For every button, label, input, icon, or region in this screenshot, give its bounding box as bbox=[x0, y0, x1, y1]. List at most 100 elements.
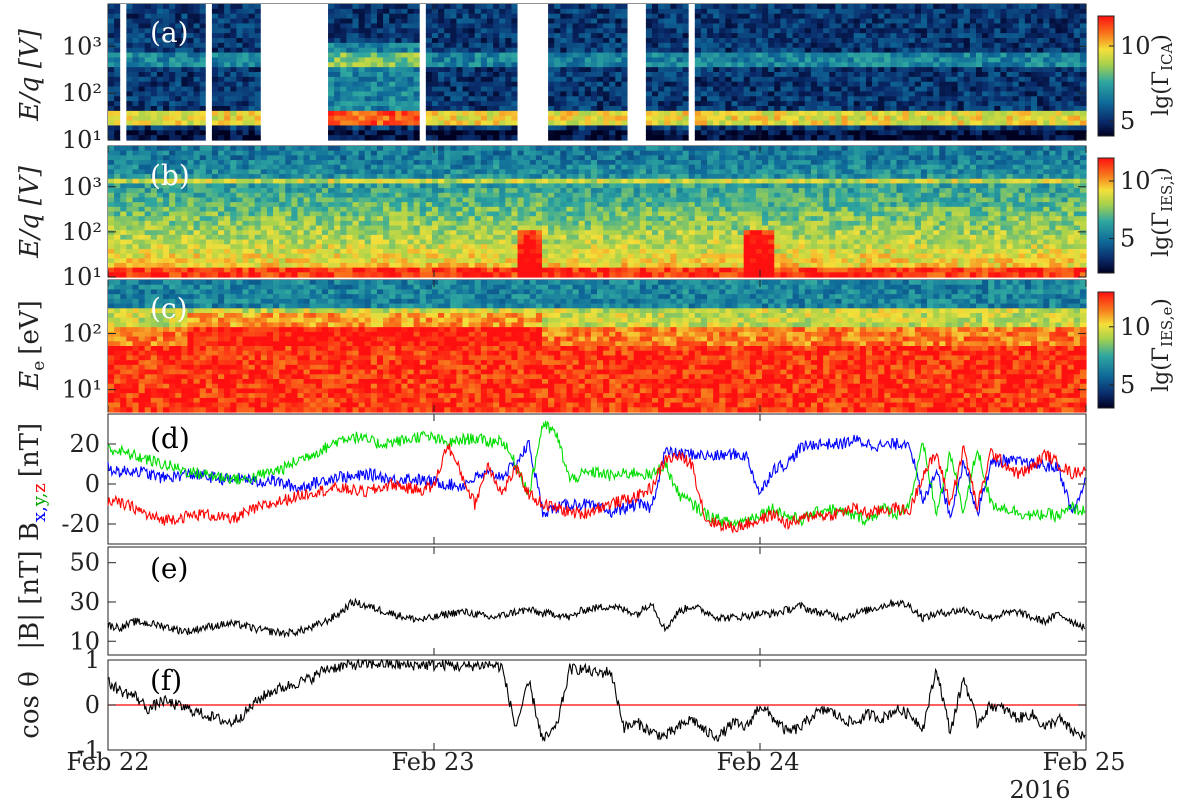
spectrogram-cell bbox=[633, 8, 641, 15]
spectrogram-cell bbox=[523, 13, 531, 20]
spectrogram-cell bbox=[902, 115, 910, 122]
spectrogram-cell bbox=[927, 28, 934, 34]
spectrogram-cell bbox=[1043, 125, 1050, 131]
spectrogram-cell bbox=[872, 72, 879, 78]
spectrogram-cell bbox=[230, 8, 237, 15]
spectrogram-cell bbox=[1012, 52, 1020, 59]
spectrogram-cell bbox=[260, 135, 268, 141]
spectrogram-cell bbox=[1079, 42, 1087, 49]
spectrogram-cell bbox=[1037, 47, 1044, 54]
spectrogram-cell bbox=[896, 67, 904, 73]
spectrogram-cell bbox=[731, 38, 739, 44]
spectrogram-cell bbox=[957, 62, 965, 68]
spectrogram-cell bbox=[639, 76, 647, 83]
spectrogram-cell bbox=[676, 47, 684, 54]
spectrogram-cell bbox=[988, 18, 995, 25]
spectrogram-cell bbox=[175, 216, 182, 222]
spectrogram-cell bbox=[425, 86, 433, 93]
spectrogram-cell bbox=[652, 62, 659, 68]
spectrogram-cell bbox=[896, 52, 904, 59]
spectrogram-cell bbox=[554, 18, 561, 25]
spectrogram-cell bbox=[193, 146, 201, 152]
spectrogram-cell bbox=[120, 188, 127, 194]
spectrogram-cell bbox=[505, 62, 513, 68]
spectrogram-cell bbox=[884, 33, 891, 39]
spectrogram-cell bbox=[529, 120, 537, 127]
spectrogram-cell bbox=[939, 96, 947, 102]
spectrogram-cell bbox=[108, 47, 115, 54]
spectrogram-cell bbox=[853, 38, 861, 44]
spectrogram-cell bbox=[285, 38, 292, 44]
spectrogram-cell bbox=[163, 96, 170, 102]
spectrogram-cell bbox=[205, 120, 213, 127]
spectrogram-cell bbox=[1055, 67, 1063, 73]
spectrogram-cell bbox=[878, 96, 885, 102]
spectrogram-cell bbox=[193, 86, 201, 93]
spectrogram-cell bbox=[548, 76, 555, 83]
spectrogram-cell bbox=[144, 130, 152, 136]
spectrogram-cell bbox=[841, 86, 849, 93]
spectrogram-cell bbox=[211, 23, 219, 29]
spectrogram-cell bbox=[749, 47, 757, 54]
spectrogram-cell bbox=[749, 115, 757, 122]
spectrogram-cell bbox=[291, 91, 299, 97]
spectrogram-cell bbox=[383, 125, 390, 131]
spectrogram-cell bbox=[407, 4, 415, 10]
spectrogram-cell bbox=[169, 86, 176, 93]
spectrogram-cell bbox=[847, 110, 855, 117]
spectrogram-cell bbox=[205, 42, 213, 49]
spectrogram-cell bbox=[450, 110, 458, 117]
spectrogram-cell bbox=[645, 130, 653, 136]
spectrogram-cell bbox=[933, 4, 940, 10]
spectrogram-cell bbox=[792, 23, 800, 29]
spectrogram-cell bbox=[566, 130, 574, 136]
spectrogram-cell bbox=[792, 4, 800, 10]
spectrogram-cell bbox=[1030, 96, 1038, 102]
spectrogram-cell bbox=[988, 110, 995, 117]
spectrogram-cell bbox=[493, 91, 500, 97]
spectrogram-cell bbox=[218, 146, 225, 152]
spectrogram-cell bbox=[205, 28, 213, 34]
spectrogram-cell bbox=[975, 130, 983, 136]
spectrogram-cell bbox=[890, 130, 898, 136]
spectrogram-cell bbox=[725, 76, 733, 83]
spectrogram-cell bbox=[138, 81, 146, 88]
spectrogram-cell bbox=[658, 135, 665, 141]
spectrogram-cell bbox=[902, 13, 910, 20]
spectrogram-cell bbox=[774, 125, 781, 131]
spectrogram-cell bbox=[652, 76, 659, 83]
spectrogram-cell bbox=[719, 47, 726, 54]
spectrogram-cell bbox=[1030, 33, 1038, 39]
spectrogram-cell bbox=[517, 28, 525, 34]
spectrogram-cell bbox=[982, 33, 989, 39]
spectrogram-cell bbox=[108, 197, 115, 203]
spectrogram-cell bbox=[731, 115, 739, 122]
spectrogram-cell bbox=[658, 76, 665, 83]
spectrogram-cell bbox=[1043, 106, 1050, 112]
spectrogram-cell bbox=[126, 96, 134, 102]
spectrogram-cell bbox=[529, 115, 537, 122]
spectrogram-cell bbox=[780, 38, 788, 44]
spectrogram-cell bbox=[933, 106, 940, 112]
spectrogram-cell bbox=[224, 101, 231, 107]
spectrogram-cell bbox=[731, 120, 739, 127]
spectrogram-cell bbox=[181, 57, 189, 63]
spectrogram-cell bbox=[1079, 86, 1087, 93]
spectrogram-cell bbox=[248, 13, 256, 20]
spectrogram-cell bbox=[933, 62, 940, 68]
spectrogram-cell bbox=[309, 120, 317, 127]
spectrogram-cell bbox=[205, 86, 213, 93]
spectrogram-cell bbox=[633, 67, 641, 73]
spectrogram-cell bbox=[163, 57, 170, 63]
spectrogram-cell bbox=[328, 76, 335, 83]
spectrogram-cell bbox=[572, 62, 580, 68]
spectrogram-cell bbox=[193, 216, 201, 222]
spectrogram-cell bbox=[933, 120, 940, 127]
spectrogram-cell bbox=[431, 8, 439, 15]
spectrogram-cell bbox=[132, 42, 140, 49]
spectrogram-cell bbox=[193, 150, 201, 156]
spectrogram-cell bbox=[908, 81, 916, 88]
spectrogram-cell bbox=[560, 76, 568, 83]
spectrogram-cell bbox=[810, 28, 818, 34]
spectrogram-cell bbox=[260, 120, 268, 127]
